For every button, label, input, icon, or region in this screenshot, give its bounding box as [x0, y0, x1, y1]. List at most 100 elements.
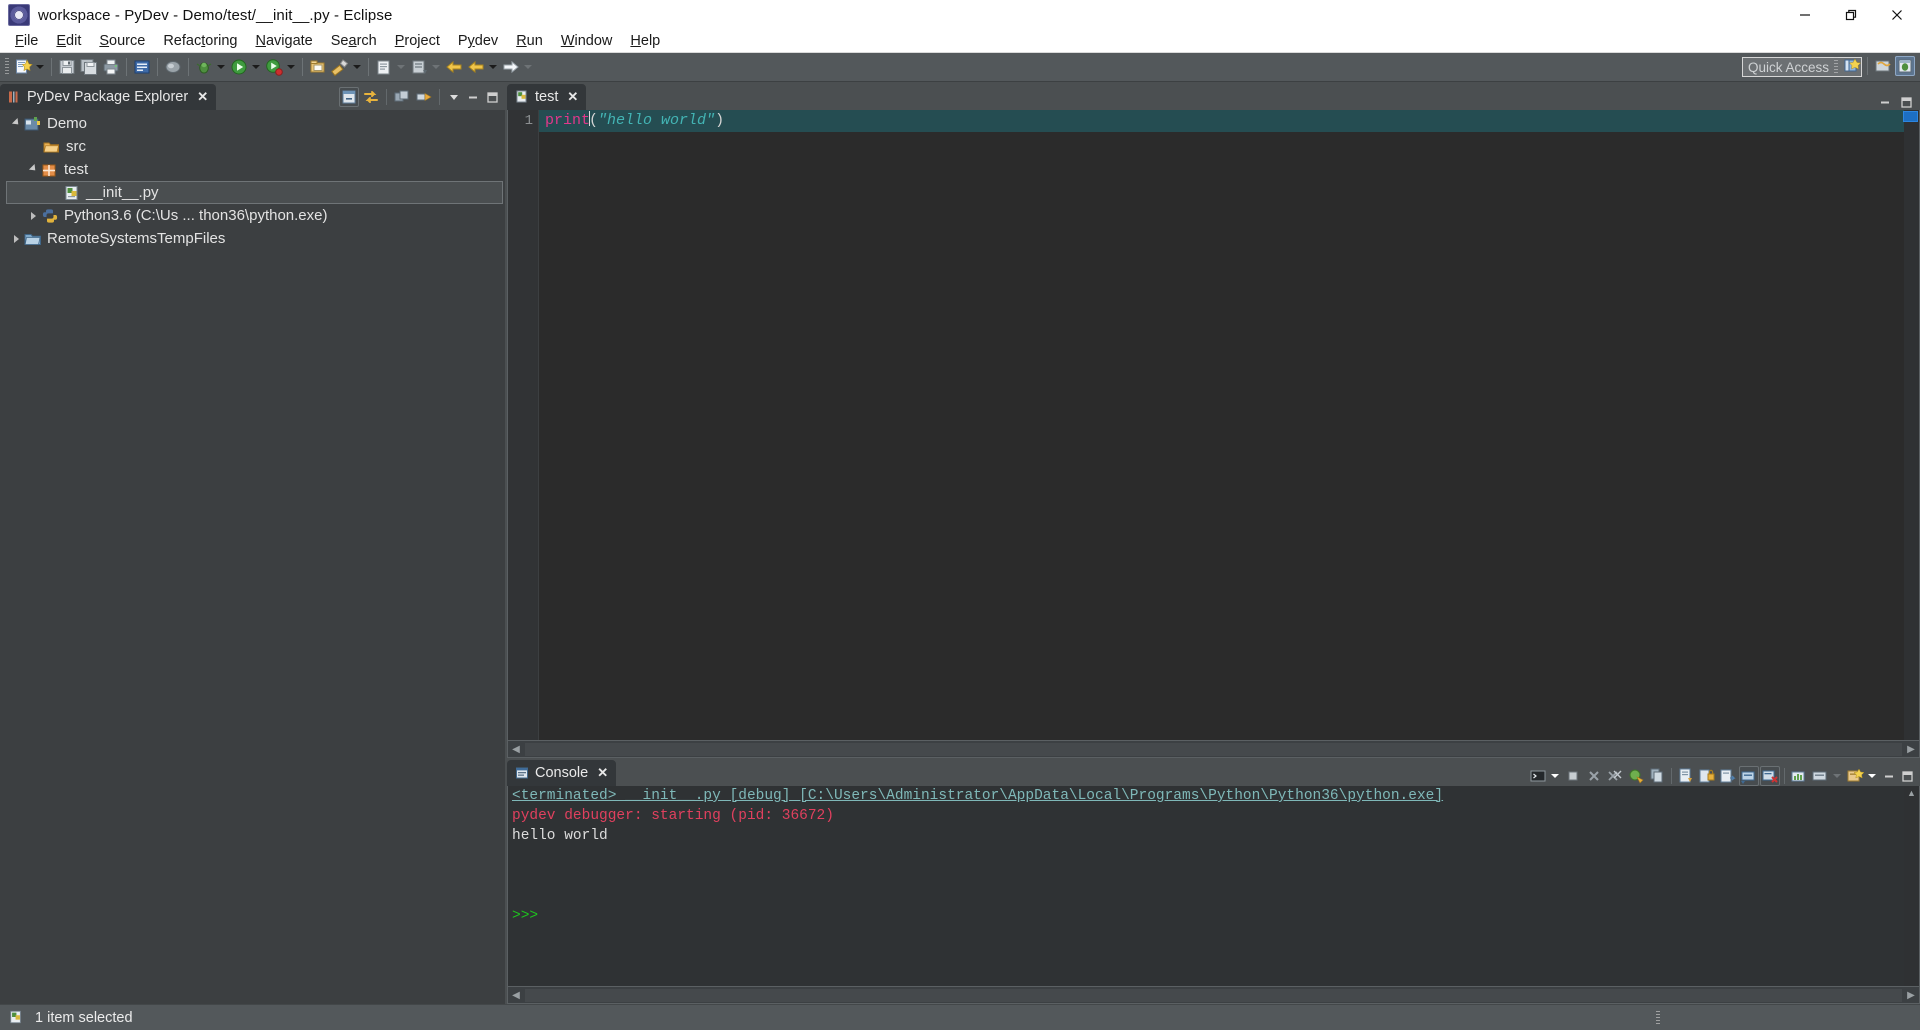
debug-icon[interactable]	[194, 57, 214, 77]
toggle-console-icon[interactable]	[1626, 766, 1646, 786]
run-external-dropdown-icon[interactable]	[285, 57, 296, 77]
collapse-twisty-icon[interactable]	[8, 227, 24, 250]
forward-icon[interactable]	[501, 57, 521, 77]
debug-dropdown-icon[interactable]	[215, 57, 226, 77]
external-tools-icon[interactable]	[163, 57, 183, 77]
view-menu-new-icon[interactable]	[1845, 766, 1865, 786]
menu-pydev[interactable]: Pydev	[449, 32, 507, 50]
minimize-icon[interactable]	[1880, 768, 1897, 785]
tree-item-test[interactable]: test	[0, 158, 505, 181]
run-dropdown-icon[interactable]	[250, 57, 261, 77]
open-perspective-icon[interactable]	[1842, 56, 1862, 76]
new-wizard-icon[interactable]	[13, 57, 33, 77]
new-folder-icon[interactable]	[374, 57, 394, 77]
tree-item-demo[interactable]: Demo	[0, 112, 505, 135]
status-resize-grip[interactable]	[1656, 1010, 1660, 1025]
save-all-icon[interactable]	[79, 57, 99, 77]
tab-test[interactable]: test ✕	[507, 84, 587, 110]
editor-hscroll-track[interactable]	[525, 742, 1902, 756]
collapse-twisty-icon[interactable]	[25, 204, 41, 227]
tree-item-init-py[interactable]: __init__.py	[6, 181, 503, 204]
search-dropdown-icon[interactable]	[351, 57, 362, 77]
perspective-grip[interactable]	[1834, 57, 1838, 75]
menu-search[interactable]: Search	[322, 32, 386, 50]
menu-navigate[interactable]: Navigate	[247, 32, 322, 50]
maximize-icon[interactable]	[1897, 93, 1914, 110]
close-icon[interactable]: ✕	[197, 89, 208, 105]
tree-item-remote-systems-temp-files[interactable]: RemoteSystemsTempFiles	[0, 227, 505, 250]
refresh-icon[interactable]	[409, 57, 429, 77]
scroll-lock-icon[interactable]	[1697, 766, 1717, 786]
close-button[interactable]	[1874, 0, 1920, 30]
run-icon[interactable]	[229, 57, 249, 77]
scroll-right-icon[interactable]: ▶	[1903, 988, 1919, 1003]
new-wizard-dropdown-icon[interactable]	[34, 57, 45, 77]
editor-scroll-thumb[interactable]	[1903, 111, 1918, 122]
pydev-perspective-icon[interactable]	[1873, 56, 1893, 76]
menu-source[interactable]: Source	[90, 32, 154, 50]
open-console-icon[interactable]	[1789, 766, 1809, 786]
menu-edit[interactable]: Edit	[47, 32, 90, 50]
run-external-icon[interactable]	[264, 57, 284, 77]
console-menu-dropdown-icon[interactable]	[1866, 766, 1877, 786]
minimize-icon[interactable]	[464, 89, 481, 106]
terminate-icon[interactable]	[1563, 766, 1583, 786]
menu-file[interactable]: FFileile	[6, 32, 47, 50]
back-dropdown-icon[interactable]	[487, 57, 498, 77]
console-prompt[interactable]: >>>	[510, 906, 1919, 926]
save-icon[interactable]	[57, 57, 77, 77]
expand-twisty-icon[interactable]	[25, 158, 41, 181]
word-wrap-icon[interactable]	[1718, 766, 1738, 786]
working-sets-icon[interactable]	[392, 87, 412, 107]
remove-launch-icon[interactable]	[1584, 766, 1604, 786]
copy-icon[interactable]	[1647, 766, 1667, 786]
code-content[interactable]: print("hello world")	[539, 110, 1919, 740]
console-dropdown-icon[interactable]	[1549, 766, 1560, 786]
tree-item-python-interpreter[interactable]: Python3.6 (C:\Us ... thon36\python.exe)	[0, 204, 505, 227]
menu-window[interactable]: Window	[552, 32, 622, 50]
menu-run[interactable]: Run	[507, 32, 552, 50]
minimize-icon[interactable]	[1876, 93, 1893, 110]
new-python-module-icon[interactable]	[132, 57, 152, 77]
project-tree[interactable]: Demo src test __init__.py Python3.6 (C:\…	[0, 110, 505, 1004]
tree-item-src[interactable]: src	[0, 135, 505, 158]
close-icon[interactable]: ✕	[597, 765, 608, 781]
expand-twisty-icon[interactable]	[8, 112, 24, 135]
link-with-editor-icon[interactable]	[361, 87, 381, 107]
scroll-up-icon[interactable]: ▲	[1904, 786, 1919, 800]
collapse-all-icon[interactable]	[339, 87, 359, 107]
back-icon[interactable]	[444, 57, 464, 77]
toolbar-grip[interactable]	[5, 58, 9, 76]
minimize-button[interactable]	[1782, 0, 1828, 30]
print-icon[interactable]	[101, 57, 121, 77]
menu-refactoring[interactable]: Refactoring	[154, 32, 246, 50]
link-icon[interactable]	[1810, 766, 1830, 786]
editor-vertical-scrollbar[interactable]	[1903, 110, 1919, 740]
search-icon[interactable]	[330, 57, 350, 77]
console-horizontal-scrollbar[interactable]: ◀ ▶	[507, 987, 1920, 1004]
scroll-left-icon[interactable]: ◀	[508, 742, 524, 757]
back-alt-icon[interactable]	[466, 57, 486, 77]
console-line-terminated[interactable]: <terminated> __init__.py [debug] [C:\Use…	[510, 786, 1919, 806]
menu-help[interactable]: Help	[621, 32, 669, 50]
new-console-icon[interactable]	[1528, 766, 1548, 786]
code-line-1[interactable]: print("hello world")	[539, 110, 1919, 132]
remove-all-terminated-icon[interactable]	[1605, 766, 1625, 786]
view-menu-icon[interactable]	[445, 89, 462, 106]
pin-console-icon[interactable]	[1739, 766, 1759, 786]
scroll-right-icon[interactable]: ▶	[1903, 742, 1919, 757]
debug-perspective-icon[interactable]	[1895, 56, 1915, 76]
close-icon[interactable]: ✕	[567, 89, 578, 105]
open-type-icon[interactable]	[308, 57, 328, 77]
menu-project[interactable]: Project	[386, 32, 449, 50]
display-selected-console-icon[interactable]	[1760, 766, 1780, 786]
clear-console-icon[interactable]	[1676, 766, 1696, 786]
console-output[interactable]: <terminated> __init__.py [debug] [C:\Use…	[507, 786, 1920, 987]
console-vertical-scrollbar[interactable]: ▲	[1904, 786, 1919, 986]
scroll-left-icon[interactable]: ◀	[508, 988, 524, 1003]
maximize-icon[interactable]	[483, 89, 500, 106]
restore-button[interactable]	[1828, 0, 1874, 30]
code-editor[interactable]: 1 print("hello world")	[507, 110, 1920, 741]
console-hscroll-track[interactable]	[525, 988, 1902, 1002]
maximize-icon[interactable]	[1898, 768, 1915, 785]
